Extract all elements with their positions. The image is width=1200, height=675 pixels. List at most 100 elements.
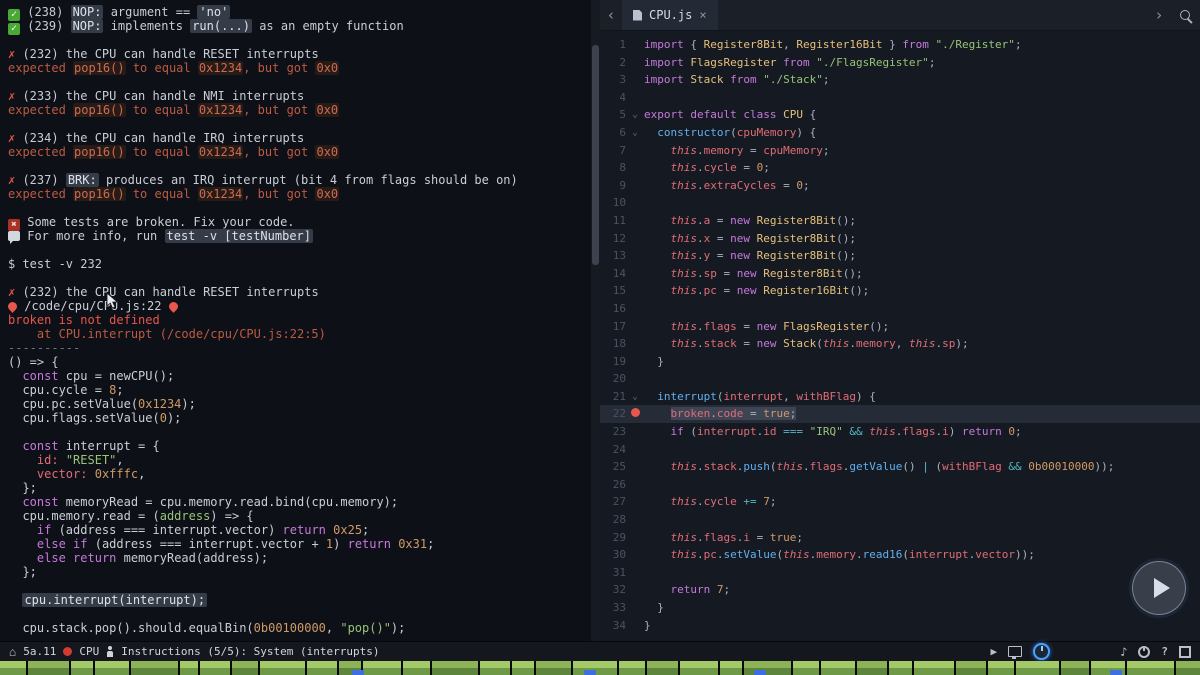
monitor-icon[interactable]: [1008, 646, 1023, 659]
line-number[interactable]: 31: [600, 564, 626, 582]
editor-line[interactable]: 12 this.x = new Register8Bit();: [600, 230, 1200, 248]
progress-segment: [792, 661, 819, 675]
line-number[interactable]: 19: [600, 353, 626, 371]
editor-line[interactable]: 7 this.memory = cpuMemory;: [600, 142, 1200, 160]
editor-line[interactable]: 24: [600, 441, 1200, 459]
dial-icon[interactable]: [1033, 643, 1051, 660]
line-number[interactable]: 1: [600, 36, 626, 54]
line-number[interactable]: 17: [600, 318, 626, 336]
line-number[interactable]: 2: [600, 54, 626, 72]
line-number[interactable]: 23: [600, 423, 626, 441]
line-number[interactable]: 7: [600, 142, 626, 160]
breakpoint-icon[interactable]: [630, 408, 640, 418]
editor-line[interactable]: 21 interrupt(interrupt, withBFlag) {: [600, 388, 1200, 406]
line-number[interactable]: 32: [600, 581, 626, 599]
play-icon[interactable]: [991, 645, 998, 658]
editor-line[interactable]: 3 import Stack from "./Stack";: [600, 71, 1200, 89]
line-number[interactable]: 22: [600, 405, 626, 423]
scrollbar-thumb[interactable]: [592, 45, 599, 265]
line-number[interactable]: 27: [600, 493, 626, 511]
volume-knob-icon[interactable]: [1138, 645, 1151, 658]
editor-line[interactable]: 10: [600, 194, 1200, 212]
editor-line[interactable]: 13 this.y = new Register8Bit();: [600, 247, 1200, 265]
editor-line[interactable]: 25 this.stack.push(this.flags.getValue()…: [600, 458, 1200, 476]
line-number[interactable]: 14: [600, 265, 626, 283]
tab-cpu-js[interactable]: CPU.js: [622, 0, 718, 30]
editor-line[interactable]: 15 this.pc = new Register16Bit();: [600, 282, 1200, 300]
editor-line[interactable]: 22 broken.code = true;: [600, 405, 1200, 424]
editor-line[interactable]: 23 if (interrupt.id === "IRQ" && this.fl…: [600, 423, 1200, 441]
line-number[interactable]: 6: [600, 124, 626, 142]
terminal-scrollbar[interactable]: [591, 0, 600, 641]
line-number[interactable]: 26: [600, 476, 626, 494]
chevron-right-icon[interactable]: [1148, 6, 1170, 24]
line-number[interactable]: 30: [600, 546, 626, 564]
editor-line[interactable]: 6 constructor(cpuMemory) {: [600, 124, 1200, 142]
editor-line[interactable]: 30 this.pc.setValue(this.memory.read16(i…: [600, 546, 1200, 564]
editor-line[interactable]: 28: [600, 511, 1200, 529]
editor-line[interactable]: 16: [600, 300, 1200, 318]
editor-line[interactable]: 9 this.extraCycles = 0;: [600, 177, 1200, 195]
close-icon[interactable]: [699, 8, 706, 22]
line-number[interactable]: 9: [600, 177, 626, 195]
editor-code-area[interactable]: 1 import { Register8Bit, Register16Bit } …: [600, 31, 1200, 641]
line-number[interactable]: 25: [600, 458, 626, 476]
line-number[interactable]: 11: [600, 212, 626, 230]
home-icon[interactable]: [9, 645, 16, 659]
line-number[interactable]: 16: [600, 300, 626, 318]
progress-bar[interactable]: [0, 661, 1200, 675]
terminal-line: expected pop16() to equal 0x1234, but go…: [8, 61, 591, 75]
music-icon[interactable]: [1120, 645, 1127, 659]
editor-line[interactable]: 2 import FlagsRegister from "./FlagsRegis…: [600, 54, 1200, 72]
line-number[interactable]: 10: [600, 194, 626, 212]
line-number[interactable]: 29: [600, 529, 626, 547]
line-number[interactable]: 4: [600, 89, 626, 107]
terminal-pane[interactable]: ✓ (238) NOP: argument == 'no' ✓ (239) NOP…: [0, 0, 591, 641]
line-number[interactable]: 24: [600, 441, 626, 459]
line-number[interactable]: 8: [600, 159, 626, 177]
editor-line[interactable]: 27 this.cycle += 7;: [600, 493, 1200, 511]
progress-segment: [0, 661, 27, 675]
editor-line[interactable]: 32 return 7;: [600, 581, 1200, 599]
editor-line[interactable]: 26: [600, 476, 1200, 494]
text-segment: &&: [1008, 460, 1022, 474]
fold-chevron-icon[interactable]: [626, 388, 644, 406]
line-number[interactable]: 5: [600, 106, 626, 124]
line-number[interactable]: 20: [600, 370, 626, 388]
search-icon[interactable]: [1180, 10, 1190, 20]
text-segment: [644, 495, 671, 508]
line-number[interactable]: 33: [600, 599, 626, 617]
fold-chevron-icon[interactable]: [626, 106, 644, 124]
line-number[interactable]: 3: [600, 71, 626, 89]
editor-line[interactable]: 19 }: [600, 353, 1200, 371]
editor-line[interactable]: 1 import { Register8Bit, Register16Bit } …: [600, 36, 1200, 54]
line-number[interactable]: 28: [600, 511, 626, 529]
text-segment: broken: [670, 407, 711, 421]
editor-line[interactable]: 4: [600, 89, 1200, 107]
line-number[interactable]: 21: [600, 388, 626, 406]
text-segment: as an empty function: [251, 19, 404, 33]
text-segment: .: [697, 548, 704, 562]
chevron-left-icon[interactable]: [600, 6, 622, 24]
help-icon[interactable]: [1161, 645, 1168, 658]
line-number[interactable]: 12: [600, 230, 626, 248]
editor-line[interactable]: 34}: [600, 617, 1200, 635]
line-number[interactable]: 15: [600, 282, 626, 300]
editor-line[interactable]: 8 this.cycle = 0;: [600, 159, 1200, 177]
line-number[interactable]: 13: [600, 247, 626, 265]
fullscreen-icon[interactable]: [1179, 645, 1191, 658]
editor-line[interactable]: 5 export default class CPU {: [600, 106, 1200, 124]
editor-line[interactable]: 17 this.flags = new FlagsRegister();: [600, 318, 1200, 336]
line-number[interactable]: 18: [600, 335, 626, 353]
editor-line[interactable]: 29 this.flags.i = true;: [600, 529, 1200, 547]
editor-line[interactable]: 14 this.sp = new Register8Bit();: [600, 265, 1200, 283]
text-segment: [644, 460, 671, 473]
fold-chevron-icon[interactable]: [626, 124, 644, 142]
editor-line[interactable]: 20: [600, 370, 1200, 388]
editor-line[interactable]: 33 }: [600, 599, 1200, 617]
run-button[interactable]: [1132, 561, 1186, 615]
editor-line[interactable]: 18 this.stack = new Stack(this.memory, t…: [600, 335, 1200, 353]
editor-line[interactable]: 31: [600, 564, 1200, 582]
editor-line[interactable]: 11 this.a = new Register8Bit();: [600, 212, 1200, 230]
line-number[interactable]: 34: [600, 617, 626, 635]
